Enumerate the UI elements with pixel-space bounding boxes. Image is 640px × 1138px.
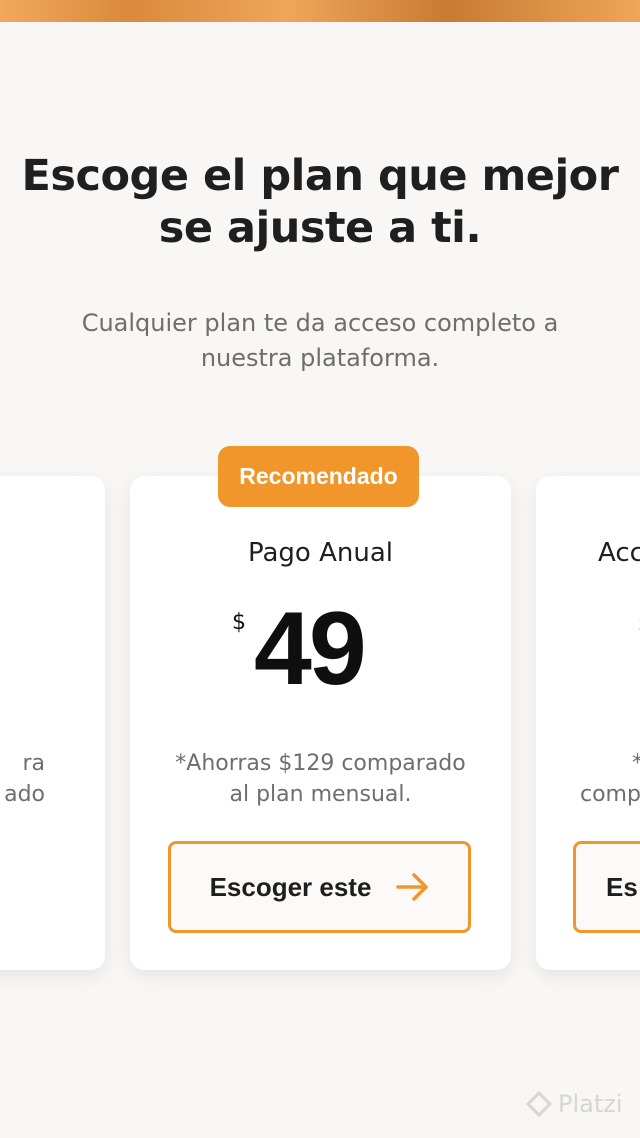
note-line-2: comp [580, 782, 640, 807]
price-amount: 49 [254, 591, 367, 707]
plan-card-annual[interactable]: Pago Anual $ 49 *Ahorras $129 comparado … [130, 476, 511, 970]
watermark-text: Platzi [558, 1090, 623, 1118]
plan-card-note: *Ahorras $129 comparado al plan mensual. [150, 748, 491, 810]
pricing-page: Escoge el plan que mejor se ajuste a ti.… [0, 0, 640, 1138]
note-line-2: ado [4, 782, 45, 807]
title-line-2: se ajuste a ti. [158, 203, 482, 253]
plan-card-note: * comp [580, 748, 640, 810]
plan-card-title: Pago Anual [247, 538, 394, 568]
price-currency: $ [232, 610, 246, 635]
note-line-1: ra [22, 751, 45, 776]
title-line-1: Escoge el plan que mejor [21, 151, 619, 201]
plan-card-note: ra ado [0, 748, 45, 810]
note-line-2: al plan mensual. [229, 782, 412, 807]
note-line-1: * [580, 751, 640, 776]
recommended-badge: Recomendado [218, 446, 419, 507]
subtitle-line-2: nuestra plataforma. [200, 344, 440, 372]
choose-plan-button-label: Escoger este [209, 871, 372, 902]
plan-card-left[interactable]: l ra ado [0, 476, 105, 970]
note-line-1: *Ahorras $129 comparado [175, 751, 466, 776]
plan-card-right[interactable]: Acc $ * comp Es [536, 476, 640, 970]
platzi-watermark: Platzi [526, 1090, 623, 1118]
choose-plan-button-label: Es [606, 871, 638, 902]
choose-plan-button-right[interactable]: Es [573, 841, 640, 933]
platzi-logo-icon [526, 1091, 552, 1117]
hero-image-strip [0, 0, 640, 22]
choose-plan-button[interactable]: Escoger este [168, 841, 471, 933]
page-subtitle: Cualquier plan te da acceso completo a n… [40, 306, 600, 376]
plan-card-title: Acc [598, 538, 640, 568]
arrow-right-icon [396, 873, 429, 901]
subtitle-line-1: Cualquier plan te da acceso completo a [81, 309, 559, 337]
plan-price: $ 49 [130, 591, 511, 707]
page-title: Escoge el plan que mejor se ajuste a ti. [0, 150, 640, 254]
